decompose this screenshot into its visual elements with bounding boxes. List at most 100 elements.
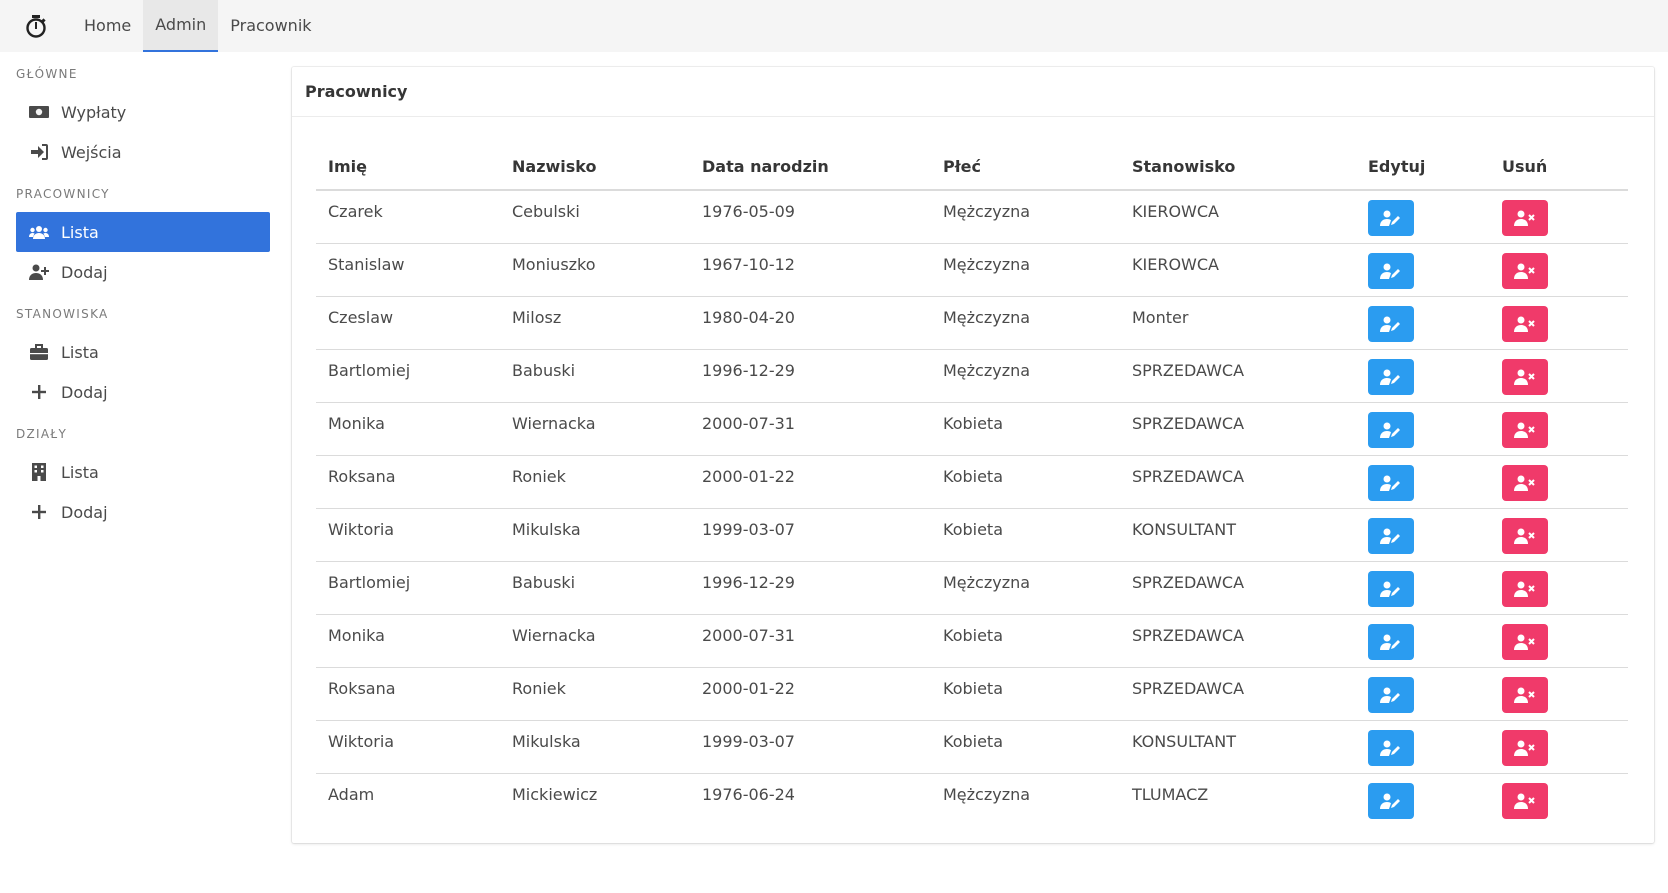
table-row: Stanislaw Moniuszko 1967-10-12 Mężczyzna KIE… xyxy=(316,243,1628,297)
cell-stanowisko: TLUMACZ xyxy=(1132,784,1209,804)
nav-pracownik[interactable]: Pracownik xyxy=(218,0,323,52)
nav-admin[interactable]: Admin xyxy=(143,0,219,52)
user-remove-icon xyxy=(1514,475,1536,491)
sidebar-item-label: Dodaj xyxy=(61,502,108,522)
edit-button[interactable] xyxy=(1368,411,1414,448)
nav-home[interactable]: Home xyxy=(72,0,143,52)
sidebar-item-label: Dodaj xyxy=(61,262,108,282)
cell-delete xyxy=(1490,190,1628,244)
sidebar-item-pracownicy-lista[interactable]: Lista xyxy=(16,212,270,252)
stopwatch-icon[interactable] xyxy=(0,0,72,52)
table-row: Czarek Cebulski 1976-05-09 Mężczyzna KIEROWC… xyxy=(316,190,1628,244)
sidebar-item-stanowiska-lista[interactable]: Lista xyxy=(16,332,270,372)
user-edit-icon xyxy=(1380,316,1402,332)
sidebar-item-pracownicy-dodaj[interactable]: Dodaj xyxy=(16,252,270,292)
delete-button[interactable] xyxy=(1502,729,1548,766)
delete-button[interactable] xyxy=(1502,305,1548,342)
table-row: Czeslaw Milosz 1980-04-20 Mężczyzna Monter xyxy=(316,296,1628,350)
cell-plec: Kobieta xyxy=(931,614,1120,668)
user-remove-icon xyxy=(1514,581,1536,597)
sidebar-item-stanowiska-dodaj[interactable]: Dodaj xyxy=(16,372,270,412)
user-remove-icon xyxy=(1514,740,1536,756)
cell-delete xyxy=(1490,720,1628,774)
table-row: Monika Wiernacka 2000-07-31 Kobieta SPRZEDAW… xyxy=(316,402,1628,456)
sidebar-item-label: Lista xyxy=(61,342,99,362)
column-header-nazwisko: Nazwisko xyxy=(500,143,690,191)
cell-edit xyxy=(1356,296,1490,350)
cell-plec: Kobieta xyxy=(931,402,1120,456)
cell-stanowisko: KONSULTANT xyxy=(1120,508,1356,562)
delete-button[interactable] xyxy=(1502,252,1548,289)
user-remove-icon xyxy=(1514,634,1536,650)
cell-delete xyxy=(1490,349,1628,403)
delete-button[interactable] xyxy=(1502,570,1548,607)
column-header-imie: Imię xyxy=(316,143,500,191)
cell-imie: Stanislaw xyxy=(316,243,500,297)
column-header-edytuj: Edytuj xyxy=(1356,143,1490,191)
cell-edit xyxy=(1356,455,1490,509)
sidebar-item-label: Lista xyxy=(61,222,99,242)
edit-button[interactable] xyxy=(1368,252,1414,289)
user-edit-icon xyxy=(1380,634,1402,650)
cell-nazwisko: Wiernacka xyxy=(500,614,690,668)
edit-button[interactable] xyxy=(1368,729,1414,766)
delete-button[interactable] xyxy=(1502,411,1548,448)
cell-delete xyxy=(1490,773,1628,826)
cell-plec: Mężczyzna xyxy=(931,243,1120,297)
delete-button[interactable] xyxy=(1502,464,1548,501)
user-remove-icon xyxy=(1514,687,1536,703)
delete-button[interactable] xyxy=(1502,623,1548,660)
employees-card: Pracownicy Imię Nazwisko Data narodzin P… xyxy=(292,67,1654,843)
cell-stanowisko: SPRZEDAWCA xyxy=(1120,614,1356,668)
sidebar-item-wyplaty[interactable]: Wypłaty xyxy=(16,92,270,132)
cell-data-narodzin: 1999-03-07 xyxy=(690,508,931,562)
cell-nazwisko: Babuski xyxy=(500,561,690,615)
delete-button[interactable] xyxy=(1502,782,1548,819)
cell-nazwisko: Mikulska xyxy=(500,720,690,774)
table-row: Bartlomiej Babuski 1996-12-29 Mężczyzna SPRZ… xyxy=(316,349,1628,403)
delete-button[interactable] xyxy=(1502,676,1548,713)
edit-button[interactable] xyxy=(1368,676,1414,713)
cell-imie: Bartlomiej xyxy=(316,349,500,403)
delete-button[interactable] xyxy=(1502,517,1548,554)
table-row: Wiktoria Mikulska 1999-03-07 Kobieta KONSULT… xyxy=(316,508,1628,562)
edit-button[interactable] xyxy=(1368,782,1414,819)
user-remove-icon xyxy=(1514,210,1536,226)
edit-button[interactable] xyxy=(1368,570,1414,607)
cell-imie: Monika xyxy=(316,402,500,456)
menu-label-glowne: GŁÓWNE xyxy=(16,67,78,81)
cell-delete xyxy=(1490,614,1628,668)
menu-label-stanowiska: STANOWISKA xyxy=(16,307,109,321)
edit-button[interactable] xyxy=(1368,305,1414,342)
sidebar-item-dzialy-dodaj[interactable]: Dodaj xyxy=(16,492,270,532)
cell-data-narodzin: 1996-12-29 xyxy=(690,561,931,615)
users-icon xyxy=(29,223,49,241)
cell-data-narodzin: 1980-04-20 xyxy=(690,296,931,350)
cell-edit xyxy=(1356,720,1490,774)
cell-plec: Mężczyzna xyxy=(943,784,1031,804)
user-remove-icon xyxy=(1514,263,1536,279)
edit-button[interactable] xyxy=(1368,464,1414,501)
sign-in-icon xyxy=(29,143,49,161)
delete-button[interactable] xyxy=(1502,200,1548,236)
delete-button[interactable] xyxy=(1502,358,1548,395)
cell-stanowisko: SPRZEDAWCA xyxy=(1120,402,1356,456)
table-header-row: Imię Nazwisko Data narodzin Płeć Stanowi… xyxy=(316,143,1628,191)
cell-imie: Adam xyxy=(328,784,375,804)
edit-button[interactable] xyxy=(1368,623,1414,660)
edit-button[interactable] xyxy=(1368,200,1414,236)
cell-delete xyxy=(1490,667,1628,721)
sidebar-item-label: Lista xyxy=(61,462,99,482)
sidebar-item-wejscia[interactable]: Wejścia xyxy=(16,132,270,172)
cell-data-narodzin: 2000-07-31 xyxy=(690,402,931,456)
cell-imie: Czeslaw xyxy=(316,296,500,350)
nav-admin-label: Admin xyxy=(155,15,207,34)
edit-button[interactable] xyxy=(1368,517,1414,554)
cell-data-narodzin: 1999-03-07 xyxy=(690,720,931,774)
cell-edit xyxy=(1356,508,1490,562)
edit-button[interactable] xyxy=(1368,358,1414,395)
cell-delete xyxy=(1490,402,1628,456)
sidebar-item-dzialy-lista[interactable]: Lista xyxy=(16,452,270,492)
user-remove-icon xyxy=(1514,369,1536,385)
sidebar-item-label: Wejścia xyxy=(61,142,122,162)
